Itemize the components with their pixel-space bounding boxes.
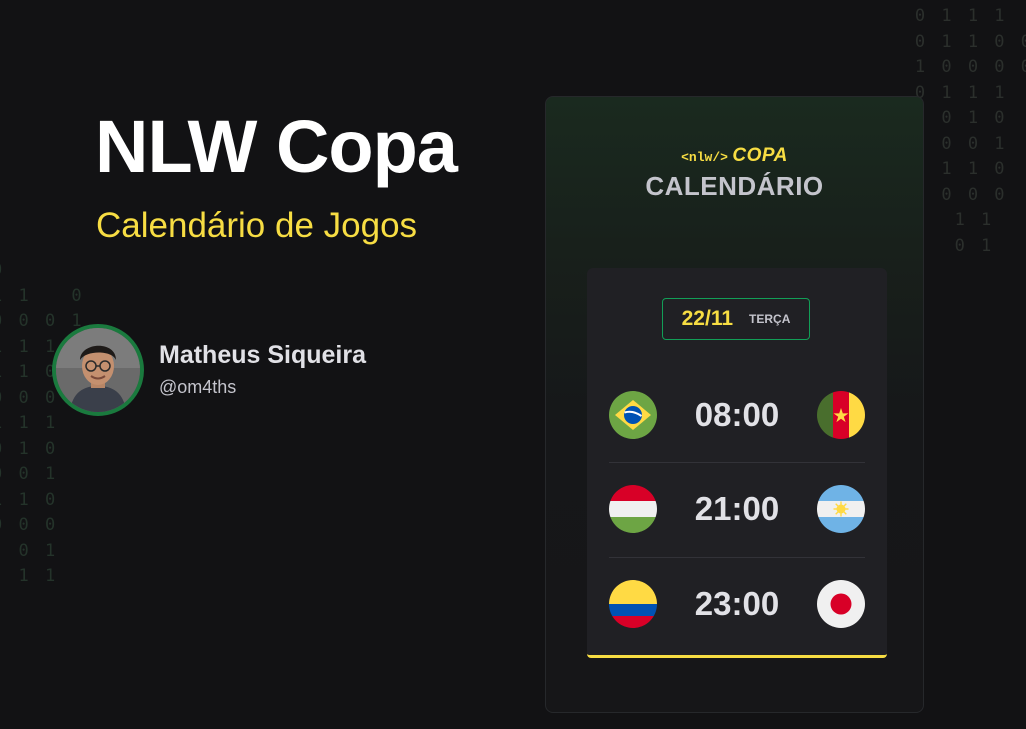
date-day: 22/11 [681, 307, 734, 330]
games-card: 22/11 TERÇA 08:00 21:00 23:00 [587, 268, 887, 658]
logo-copa: COPA [732, 145, 788, 166]
author-name: Matheus Siqueira [159, 341, 366, 369]
app-mockup: <nlw/> COPA CALENDÁRIO 22/11 TERÇA 08:00 [545, 96, 924, 713]
game-time: 08:00 [694, 396, 780, 433]
date-badge[interactable]: 22/11 TERÇA [662, 298, 810, 340]
colombia-flag-icon [609, 580, 657, 628]
page-subtitle: Calendário de Jogos [96, 206, 418, 245]
hungary-flag-icon [609, 485, 657, 533]
app-logo: <nlw/> COPA [546, 145, 923, 167]
logo-tag: <nlw/> [681, 150, 728, 165]
japan-flag-icon [817, 580, 865, 628]
binary-decoration-left: 0 1 1 0 0 0 0 1 1 1 1 1 1 0 0 0 0 1 1 1 … [0, 260, 85, 586]
argentina-flag-icon [817, 485, 865, 533]
page-title: NLW Copa [95, 105, 458, 188]
screen-title: CALENDÁRIO [645, 171, 824, 201]
game-time: 23:00 [694, 585, 780, 622]
game-row[interactable]: 23:00 [609, 580, 865, 628]
brazil-flag-icon [609, 391, 657, 439]
author-handle: @om4ths [159, 377, 237, 397]
row-divider [609, 462, 865, 463]
avatar-photo [56, 328, 140, 412]
date-weekday: TERÇA [749, 312, 791, 326]
cameroon-flag-icon [817, 391, 865, 439]
game-row[interactable]: 21:00 [609, 485, 865, 533]
game-time: 21:00 [694, 490, 780, 527]
avatar [52, 324, 144, 416]
game-row[interactable]: 08:00 [609, 391, 865, 439]
binary-decoration-right: 0 1 1 1 0 1 1 0 0 1 0 0 0 0 0 1 1 1 1 0 … [914, 6, 1026, 256]
row-divider [609, 557, 865, 558]
